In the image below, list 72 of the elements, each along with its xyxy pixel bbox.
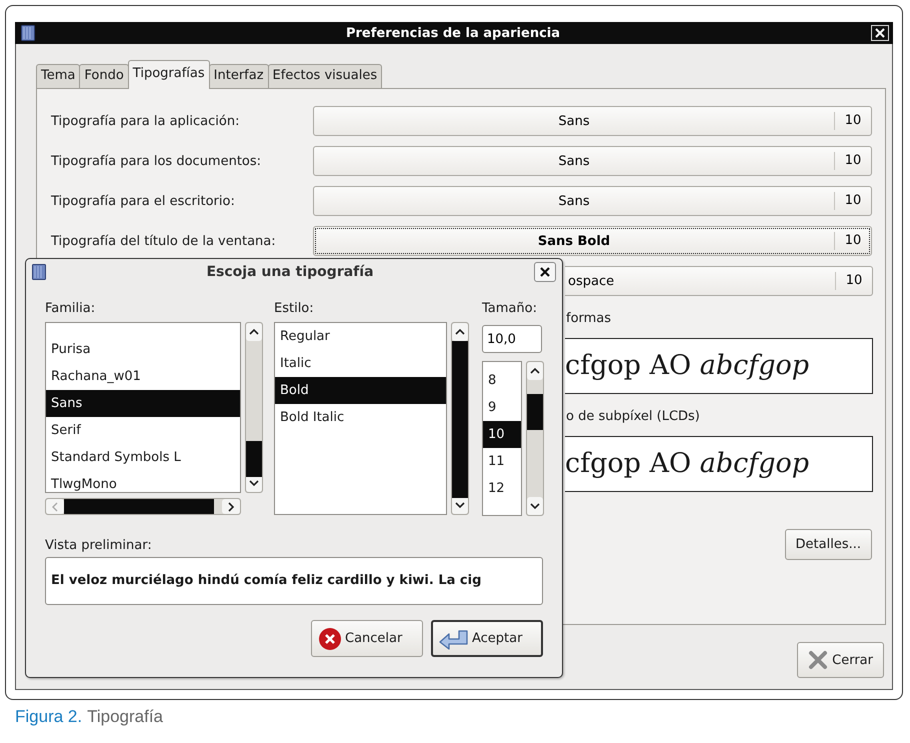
chevron-down-icon — [248, 478, 260, 488]
list-item[interactable]: Italic — [275, 350, 446, 377]
list-item[interactable]: Bold — [275, 377, 446, 404]
size-label: Tamaño: — [482, 300, 538, 318]
chevron-up-icon — [529, 366, 541, 376]
figure-label: Figura 2. — [15, 707, 82, 727]
rendering-option-label: o de subpíxel (LCDs) — [566, 408, 700, 426]
scroll-up-button[interactable] — [452, 323, 468, 341]
list-item[interactable]: 8 — [483, 367, 521, 394]
x-icon — [808, 650, 828, 670]
tab[interactable]: Tema — [36, 64, 80, 88]
scroll-right-button[interactable] — [222, 499, 240, 514]
close-button[interactable] — [534, 262, 556, 282]
style-label: Estilo: — [274, 300, 315, 318]
tab[interactable]: Tipografías — [128, 60, 210, 89]
return-arrow-icon — [439, 628, 469, 650]
accept-button[interactable]: Aceptar — [431, 620, 543, 657]
list-item[interactable]: 12 — [483, 475, 521, 502]
rendering-option-label: formas — [566, 310, 612, 328]
font-button[interactable]: Sans 10 — [313, 146, 872, 176]
list-item[interactable]: Purisa — [46, 336, 240, 363]
font-label: Tipografía para la aplicación: — [51, 114, 240, 128]
chevron-down-icon — [529, 501, 541, 511]
scroll-down-button[interactable] — [527, 497, 543, 515]
family-label: Familia: — [45, 300, 96, 318]
list-item[interactable]: Rachana_w01 — [46, 363, 240, 390]
font-label: Tipografía para los documentos: — [51, 154, 262, 168]
details-button[interactable]: Detalles... — [784, 529, 872, 560]
scroll-up-button[interactable] — [246, 323, 262, 341]
chevron-up-icon — [248, 327, 260, 337]
chevron-up-icon — [454, 327, 466, 337]
font-button[interactable]: ospace 10 — [565, 266, 873, 296]
list-item[interactable]: Standard Symbols L — [46, 444, 240, 471]
preview-label: Vista preliminar: — [44, 537, 153, 553]
preview-field[interactable]: El veloz murciélago hindú comía feliz cardillo y kiwi. La cig — [45, 557, 543, 605]
list-item[interactable]: Serif — [46, 417, 240, 444]
tab[interactable]: Fondo — [79, 64, 129, 88]
chevron-right-icon — [226, 500, 236, 512]
close-icon — [540, 267, 550, 277]
scroll-up-button[interactable] — [527, 362, 543, 380]
scrollbar-thumb[interactable] — [246, 441, 262, 477]
font-label: Tipografía para el escritorio: — [51, 194, 236, 208]
dialog-title: Escoja una tipografía — [205, 264, 375, 280]
font-button[interactable]: Sans 10 — [313, 106, 872, 136]
list-item[interactable]: 11 — [483, 448, 521, 475]
cancel-button[interactable]: Cancelar — [311, 620, 423, 657]
close-button[interactable]: Cerrar — [797, 642, 884, 678]
list-item[interactable]: TlwgMono — [46, 471, 240, 492]
window-icon — [21, 25, 35, 41]
chevron-left-icon — [50, 500, 60, 512]
font-sample-preview: cfgop AO abcfgop — [565, 338, 873, 394]
scrollbar-thumb[interactable] — [64, 499, 214, 514]
figure-caption: Tipografía — [87, 707, 164, 727]
list-item[interactable]: 10 — [483, 421, 521, 448]
window-title: Preferencias de la apariencia — [344, 26, 562, 40]
window-icon — [32, 264, 46, 280]
chevron-down-icon — [454, 500, 466, 510]
font-button[interactable]: Sans 10 — [313, 186, 872, 216]
size-field[interactable]: 10,0 — [482, 325, 542, 353]
font-label: Tipografía del título de la ventana: — [51, 234, 277, 248]
list-item[interactable]: Bold Italic — [275, 404, 446, 431]
list-item[interactable]: Sans — [46, 390, 240, 417]
list-item[interactable]: 9 — [483, 394, 521, 421]
scrollbar-thumb[interactable] — [527, 394, 543, 430]
cancel-icon — [318, 626, 342, 650]
tab[interactable]: Efectos visuales — [268, 64, 382, 88]
scrollbar-thumb[interactable] — [452, 341, 468, 498]
tab[interactable]: Interfaz — [208, 64, 269, 88]
font-button[interactable]: Sans Bold 10 — [313, 226, 872, 256]
close-icon — [875, 28, 885, 38]
font-sample-preview: cfgop AO abcfgop — [565, 436, 873, 492]
list-item[interactable]: Regular — [275, 323, 446, 350]
